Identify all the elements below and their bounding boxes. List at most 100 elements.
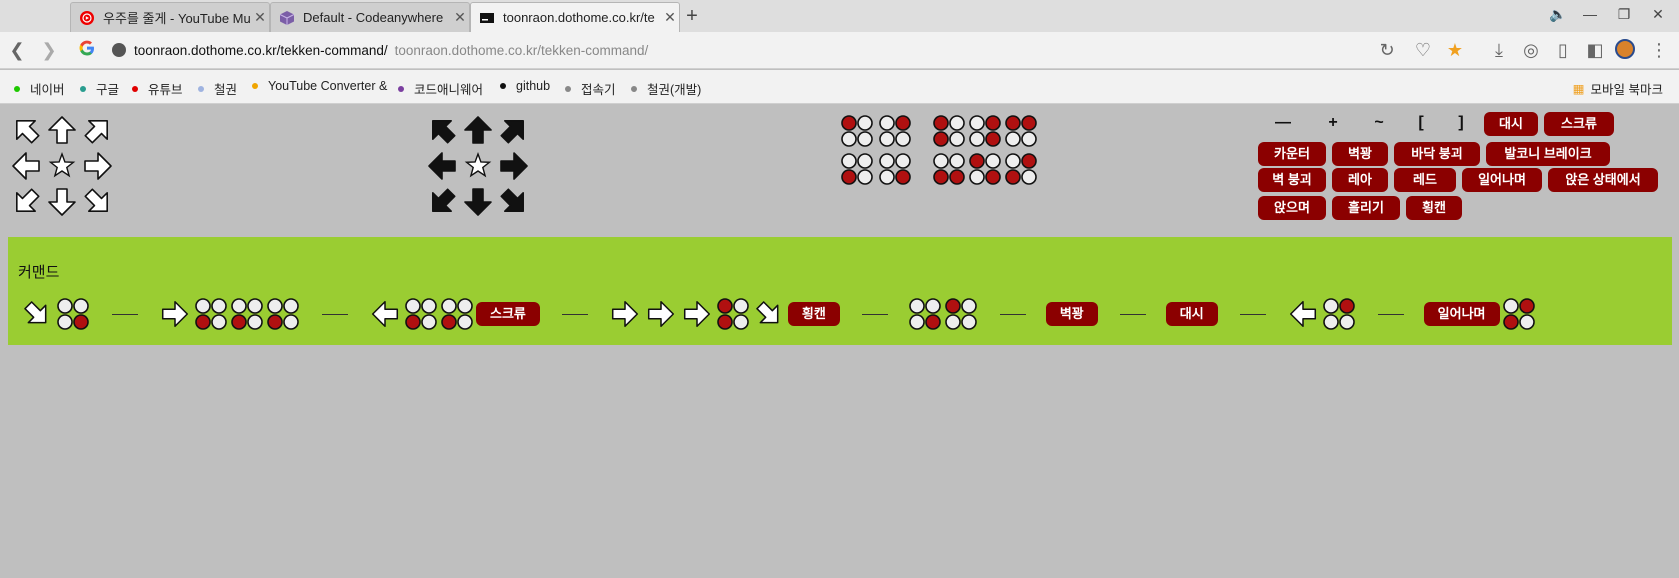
button-pad-icon[interactable]	[1004, 152, 1038, 186]
google-icon[interactable]	[76, 39, 98, 61]
floor-break-button[interactable]: 바닥 붕괴	[1394, 142, 1480, 166]
white-arrow-left-icon[interactable]	[8, 148, 44, 184]
symbol-bracket-open[interactable]: [	[1404, 114, 1438, 132]
counter-button[interactable]: 카운터	[1258, 142, 1326, 166]
command-arrow-right-icon	[611, 300, 638, 328]
bookmark-github[interactable]: github	[500, 79, 550, 93]
bookmark-tekken-dev[interactable]: 철권(개발)	[631, 79, 701, 98]
sidestep-cancel-button[interactable]: 횡캔	[1406, 196, 1462, 220]
black-arrow-down-left-icon[interactable]	[424, 184, 460, 220]
dash-button[interactable]: 대시	[1484, 112, 1538, 136]
button-pad-icon[interactable]	[878, 114, 912, 148]
command-arrow-right-icon	[161, 300, 189, 328]
button-pad-palette-a	[840, 114, 912, 186]
button-pad-icon[interactable]	[878, 152, 912, 186]
button-pad-icon[interactable]	[968, 114, 1002, 148]
white-arrow-down-left-icon[interactable]	[8, 184, 44, 220]
white-arrow-up-right-icon[interactable]	[80, 112, 116, 148]
tab-title: 우주를 줄게 - YouTube Mu	[103, 11, 251, 26]
crouch-button[interactable]: 앉으며	[1258, 196, 1326, 220]
bookmark-youtube[interactable]: 유튜브	[132, 79, 183, 98]
menu-icon[interactable]: ⋮	[1648, 39, 1670, 61]
tab-youtube-music[interactable]: 우주를 줄게 - YouTube Mu ✕	[70, 2, 270, 32]
command-button-pad-icon	[231, 298, 263, 330]
reader-icon[interactable]: ▯	[1552, 39, 1574, 61]
reload-icon[interactable]: ↻	[1376, 39, 1398, 61]
command-arrow-left-icon	[1289, 300, 1316, 328]
star-icon[interactable]: ★	[1444, 39, 1466, 61]
button-pad-icon[interactable]	[1004, 114, 1038, 148]
command-button-pad-icon	[909, 298, 941, 330]
white-arrow-down-right-icon[interactable]	[80, 184, 116, 220]
command-arrow-right-icon	[683, 300, 710, 328]
mute-icon[interactable]: 🔈	[1546, 4, 1570, 24]
wall-hit-button[interactable]: 벽꽝	[1332, 142, 1388, 166]
command-separator	[861, 313, 888, 315]
tab-toonraon[interactable]: toonraon.dothome.co.kr/te ✕	[470, 2, 680, 32]
screw-button[interactable]: 스크류	[1544, 112, 1614, 136]
address-bar[interactable]: toonraon.dothome.co.kr/tekken-command/ t…	[112, 37, 648, 63]
bookmark-youtube-converter[interactable]: YouTube Converter &	[252, 79, 387, 93]
command-separator	[999, 313, 1026, 315]
close-icon[interactable]: ✕	[451, 9, 469, 26]
black-arrow-up-left-icon[interactable]	[424, 112, 460, 148]
bookmark-codeanywhere[interactable]: 코드애니웨어	[398, 79, 483, 98]
bookmark-connector[interactable]: 접속기	[565, 79, 616, 98]
balcony-break-button[interactable]: 발코니 브레이크	[1486, 142, 1610, 166]
white-arrow-up-left-icon[interactable]	[8, 112, 44, 148]
rage-art-button[interactable]: 레아	[1332, 168, 1388, 192]
forward-icon[interactable]: ❯	[38, 39, 60, 61]
sidebar-icon[interactable]: ◧	[1584, 39, 1606, 61]
while-rising-button[interactable]: 일어나며	[1462, 168, 1542, 192]
black-arrow-down-icon[interactable]	[460, 184, 496, 220]
white-neutral-star-icon[interactable]	[44, 148, 80, 184]
symbol-dash[interactable]: —	[1266, 114, 1300, 132]
restore-icon[interactable]: ❐	[1612, 4, 1636, 24]
bookmark-google[interactable]: 구글	[80, 79, 119, 98]
mobile-bookmarks[interactable]: ▦ 모바일 북마크	[1573, 79, 1663, 98]
bookmark-label: 네이버	[30, 83, 65, 97]
black-arrow-left-icon[interactable]	[424, 148, 460, 184]
capture-icon[interactable]: ◎	[1520, 39, 1542, 61]
close-window-icon[interactable]: ✕	[1646, 4, 1670, 24]
command-button-pad-icon	[405, 298, 437, 330]
mobile-bookmarks-label: 모바일 북마크	[1590, 83, 1663, 97]
white-arrow-up-icon[interactable]	[44, 112, 80, 148]
button-pad-icon[interactable]	[840, 114, 874, 148]
tab-title: toonraon.dothome.co.kr/te	[503, 10, 655, 25]
tab-codeanywhere[interactable]: Default - Codeanywhere ✕	[270, 2, 470, 32]
white-arrow-down-icon[interactable]	[44, 184, 80, 220]
command-tag: 일어나며	[1423, 302, 1500, 326]
bookmark-naver[interactable]: 네이버	[14, 79, 65, 98]
button-pad-icon[interactable]	[968, 152, 1002, 186]
bookmark-tekken[interactable]: 철권	[198, 79, 237, 98]
full-crouch-button[interactable]: 앉은 상태에서	[1548, 168, 1658, 192]
black-arrow-up-icon[interactable]	[460, 112, 496, 148]
back-icon[interactable]: ❮	[6, 39, 28, 61]
red-button[interactable]: 레드	[1394, 168, 1456, 192]
command-separator	[112, 313, 138, 315]
button-pad-icon[interactable]	[932, 114, 966, 148]
white-arrow-right-icon[interactable]	[80, 148, 116, 184]
symbol-plus[interactable]: +	[1316, 114, 1350, 132]
download-icon[interactable]: ⤓	[1488, 39, 1510, 61]
pocket-icon[interactable]: ♡	[1412, 39, 1434, 61]
new-tab-button[interactable]: +	[681, 4, 703, 28]
profile-avatar[interactable]	[1614, 39, 1636, 61]
parry-button[interactable]: 흘리기	[1332, 196, 1400, 220]
white-arrow-palette	[8, 112, 116, 220]
symbol-bracket-close[interactable]: ]	[1444, 114, 1478, 132]
black-arrow-right-icon[interactable]	[496, 148, 532, 184]
button-pad-icon[interactable]	[932, 152, 966, 186]
symbol-tilde[interactable]: ~	[1362, 114, 1396, 132]
url-text: toonraon.dothome.co.kr/tekken-command/	[134, 42, 388, 58]
command-separator	[561, 313, 588, 315]
black-neutral-star-icon[interactable]	[460, 148, 496, 184]
black-arrow-down-right-icon[interactable]	[496, 184, 532, 220]
close-icon[interactable]: ✕	[251, 9, 269, 26]
close-icon[interactable]: ✕	[661, 9, 679, 26]
wall-break-button[interactable]: 벽 붕괴	[1258, 168, 1326, 192]
black-arrow-up-right-icon[interactable]	[496, 112, 532, 148]
minimize-icon[interactable]: —	[1578, 4, 1602, 24]
button-pad-icon[interactable]	[840, 152, 874, 186]
